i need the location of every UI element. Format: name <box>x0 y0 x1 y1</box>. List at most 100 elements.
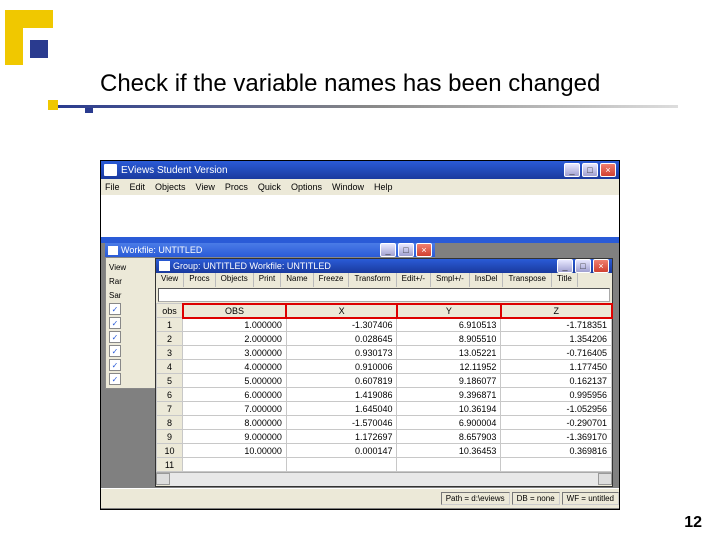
table-row[interactable]: 88.000000-1.5700466.900004-0.290701 <box>157 416 612 430</box>
cell-x[interactable]: 0.930173 <box>286 346 397 360</box>
cell-obs[interactable]: 7.000000 <box>183 402 287 416</box>
wf-check-icon[interactable]: ✓ <box>109 303 121 315</box>
wf-check-icon[interactable]: ✓ <box>109 331 121 343</box>
tb-smpl[interactable]: Smpl+/- <box>431 273 470 287</box>
tb-view[interactable]: View <box>156 273 184 287</box>
cell-z[interactable]: 0.162137 <box>501 374 612 388</box>
cell-y[interactable]: 8.905510 <box>397 332 501 346</box>
cell-x[interactable]: 0.028645 <box>286 332 397 346</box>
tb-freeze[interactable]: Freeze <box>314 273 350 287</box>
wf-check-icon[interactable]: ✓ <box>109 345 121 357</box>
cell-obs[interactable]: 2.000000 <box>183 332 287 346</box>
header-y[interactable]: Y <box>397 304 501 318</box>
header-z[interactable]: Z <box>501 304 612 318</box>
wf-maximize-button[interactable]: □ <box>398 243 414 257</box>
cell-y[interactable]: 9.396871 <box>397 388 501 402</box>
cell-z[interactable]: -1.052956 <box>501 402 612 416</box>
table-row[interactable]: 1010.000000.00014710.364530.369816 <box>157 444 612 458</box>
cell-obs[interactable]: 5.000000 <box>183 374 287 388</box>
horizontal-scrollbar[interactable] <box>156 472 612 486</box>
cell-x[interactable]: -1.307406 <box>286 318 397 332</box>
tb-transform[interactable]: Transform <box>349 273 396 287</box>
cell-y[interactable]: 12.11952 <box>397 360 501 374</box>
cell-obs[interactable] <box>183 458 287 472</box>
wf-check-icon[interactable]: ✓ <box>109 373 121 385</box>
cell-z[interactable]: -1.718351 <box>501 318 612 332</box>
cell-x[interactable]: -1.570046 <box>286 416 397 430</box>
cell-obs[interactable]: 4.000000 <box>183 360 287 374</box>
tb-insdel[interactable]: InsDel <box>470 273 504 287</box>
cell-x[interactable]: 1.419086 <box>286 388 397 402</box>
menu-view[interactable]: View <box>196 182 215 192</box>
table-row[interactable]: 66.0000001.4190869.3968710.995956 <box>157 388 612 402</box>
header-obs[interactable]: OBS <box>183 304 287 318</box>
table-row[interactable]: 22.0000000.0286458.9055101.354206 <box>157 332 612 346</box>
cell-z[interactable]: 1.354206 <box>501 332 612 346</box>
tb-procs[interactable]: Procs <box>184 273 215 287</box>
wf-check-icon[interactable]: ✓ <box>109 317 121 329</box>
cell-z[interactable]: -0.290701 <box>501 416 612 430</box>
menu-objects[interactable]: Objects <box>155 182 186 192</box>
outer-titlebar[interactable]: EViews Student Version _ □ × <box>101 161 619 179</box>
cell-obs[interactable]: 10.00000 <box>183 444 287 458</box>
cell-obs[interactable]: 6.000000 <box>183 388 287 402</box>
cell-y[interactable]: 9.186077 <box>397 374 501 388</box>
cell-y[interactable]: 6.910513 <box>397 318 501 332</box>
scroll-right-icon[interactable] <box>598 473 612 485</box>
cell-z[interactable]: -1.369170 <box>501 430 612 444</box>
wf-toolbar-view[interactable]: View <box>109 263 126 272</box>
header-x[interactable]: X <box>286 304 397 318</box>
workfile-titlebar[interactable]: Workfile: UNTITLED _ □ × <box>105 243 435 257</box>
cell-obs[interactable]: 1.000000 <box>183 318 287 332</box>
cell-y[interactable]: 13.05221 <box>397 346 501 360</box>
cell-x[interactable] <box>286 458 397 472</box>
minimize-button[interactable]: _ <box>564 163 580 177</box>
cell-x[interactable]: 0.607819 <box>286 374 397 388</box>
group-edit-field[interactable] <box>158 288 610 302</box>
cell-y[interactable]: 10.36194 <box>397 402 501 416</box>
menu-quick[interactable]: Quick <box>258 182 281 192</box>
cell-x[interactable]: 1.645040 <box>286 402 397 416</box>
cell-z[interactable]: 0.995956 <box>501 388 612 402</box>
menu-edit[interactable]: Edit <box>130 182 146 192</box>
tb-print[interactable]: Print <box>254 273 281 287</box>
tb-title[interactable]: Title <box>552 273 578 287</box>
cell-obs[interactable]: 3.000000 <box>183 346 287 360</box>
table-row[interactable]: 11 <box>157 458 612 472</box>
menu-help[interactable]: Help <box>374 182 393 192</box>
menu-procs[interactable]: Procs <box>225 182 248 192</box>
grp-close-button[interactable]: × <box>593 259 609 273</box>
table-row[interactable]: 55.0000000.6078199.1860770.162137 <box>157 374 612 388</box>
table-row[interactable]: 99.0000001.1726978.657903-1.369170 <box>157 430 612 444</box>
grp-maximize-button[interactable]: □ <box>575 259 591 273</box>
menu-window[interactable]: Window <box>332 182 364 192</box>
cell-z[interactable]: 0.369816 <box>501 444 612 458</box>
wf-minimize-button[interactable]: _ <box>380 243 396 257</box>
table-row[interactable]: 11.000000-1.3074066.910513-1.718351 <box>157 318 612 332</box>
scroll-track[interactable] <box>170 473 598 486</box>
cell-z[interactable]: 1.177450 <box>501 360 612 374</box>
cell-x[interactable]: 1.172697 <box>286 430 397 444</box>
tb-name[interactable]: Name <box>281 273 313 287</box>
wf-check-icon[interactable]: ✓ <box>109 359 121 371</box>
group-toolbar[interactable]: View Procs Objects Print Name Freeze Tra… <box>156 273 612 287</box>
menu-options[interactable]: Options <box>291 182 322 192</box>
tb-edit[interactable]: Edit+/- <box>397 273 431 287</box>
maximize-button[interactable]: □ <box>582 163 598 177</box>
tb-transpose[interactable]: Transpose <box>503 273 552 287</box>
cell-y[interactable] <box>397 458 501 472</box>
data-table[interactable]: obs OBS X Y Z 11.000000-1.3074066.910513… <box>156 303 612 472</box>
cell-x[interactable]: 0.000147 <box>286 444 397 458</box>
group-window[interactable]: Group: UNTITLED Workfile: UNTITLED _ □ ×… <box>155 258 613 487</box>
cell-obs[interactable]: 9.000000 <box>183 430 287 444</box>
scroll-left-icon[interactable] <box>156 473 170 485</box>
tb-objects[interactable]: Objects <box>216 273 254 287</box>
cell-y[interactable]: 10.36453 <box>397 444 501 458</box>
cell-z[interactable] <box>501 458 612 472</box>
table-row[interactable]: 33.0000000.93017313.05221-0.716405 <box>157 346 612 360</box>
cell-x[interactable]: 0.910006 <box>286 360 397 374</box>
cell-obs[interactable]: 8.000000 <box>183 416 287 430</box>
menu-file[interactable]: File <box>105 182 120 192</box>
close-button[interactable]: × <box>600 163 616 177</box>
grp-minimize-button[interactable]: _ <box>557 259 573 273</box>
